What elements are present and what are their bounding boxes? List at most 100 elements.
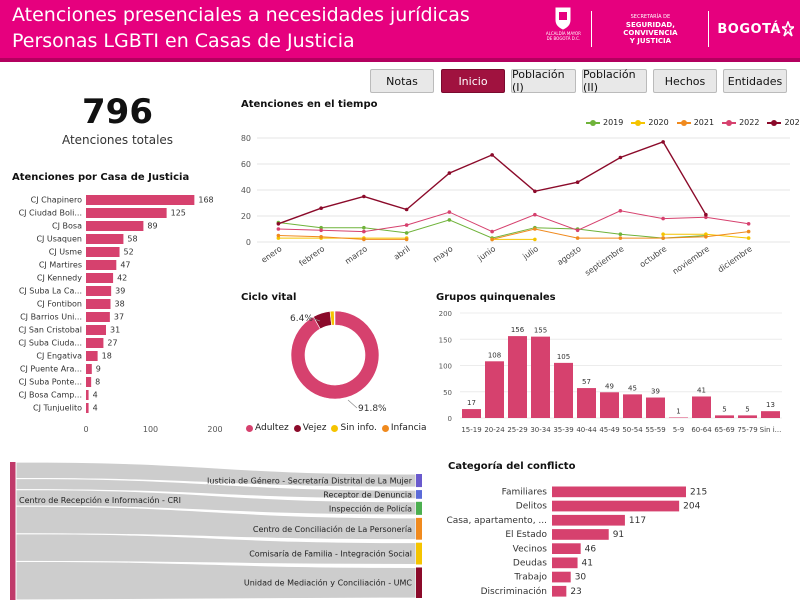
tiempo-legend-item[interactable]: 2020 bbox=[631, 118, 669, 127]
tiempo-data-point[interactable] bbox=[618, 209, 623, 213]
grupos-bar[interactable] bbox=[669, 417, 688, 418]
sankey-target-node[interactable] bbox=[416, 542, 422, 565]
tiempo-data-point[interactable] bbox=[575, 180, 580, 184]
tiempo-data-point[interactable] bbox=[618, 232, 623, 236]
ciclo-legend-item[interactable]: Sin info. bbox=[331, 423, 377, 433]
casas-bar[interactable] bbox=[86, 338, 104, 348]
tiempo-data-point[interactable] bbox=[533, 237, 537, 242]
grupos-bar[interactable] bbox=[761, 411, 780, 418]
tiempo-data-point[interactable] bbox=[575, 228, 580, 233]
grupos-bar[interactable] bbox=[508, 336, 527, 418]
grupos-bar[interactable] bbox=[623, 394, 642, 418]
tiempo-data-point[interactable] bbox=[704, 212, 708, 217]
grupos-bar[interactable] bbox=[715, 415, 734, 418]
tiempo-data-point[interactable] bbox=[533, 212, 537, 217]
sankey-target-node[interactable] bbox=[416, 490, 422, 499]
tiempo-data-point[interactable] bbox=[618, 236, 623, 240]
nav-button-poblacion-ii[interactable]: Población (II) bbox=[582, 68, 647, 94]
casas-bar[interactable] bbox=[86, 377, 92, 387]
ciclo-slice[interactable] bbox=[290, 310, 380, 400]
casas-bar[interactable] bbox=[86, 260, 117, 270]
tiempo-data-point[interactable] bbox=[746, 229, 751, 234]
casas-bar[interactable] bbox=[86, 286, 112, 296]
casas-bar[interactable] bbox=[86, 364, 92, 374]
casas-bar[interactable] bbox=[86, 208, 167, 218]
tiempo-legend-item[interactable]: 2023 bbox=[767, 118, 800, 127]
tiempo-data-point[interactable] bbox=[276, 227, 281, 231]
tiempo-data-point[interactable] bbox=[533, 227, 537, 231]
nav-button-entidades[interactable]: Entidades bbox=[723, 69, 787, 93]
tiempo-data-point[interactable] bbox=[362, 237, 366, 242]
tiempo-data-point[interactable] bbox=[362, 229, 366, 234]
conflicto-bar[interactable] bbox=[552, 500, 680, 512]
casas-bar[interactable] bbox=[86, 325, 106, 335]
grupos-bar[interactable] bbox=[692, 396, 711, 418]
tiempo-data-point[interactable] bbox=[661, 232, 665, 236]
grupos-bar[interactable] bbox=[646, 397, 665, 418]
casas-bar[interactable] bbox=[86, 390, 89, 400]
ciclo-legend-item[interactable]: Vejez bbox=[293, 423, 326, 433]
grupos-bar[interactable] bbox=[554, 362, 573, 418]
sankey-target-node[interactable] bbox=[416, 474, 422, 488]
tiempo-data-point[interactable] bbox=[490, 229, 494, 234]
tiempo-data-point[interactable] bbox=[490, 237, 494, 242]
grupos-bar[interactable] bbox=[738, 415, 757, 418]
conflicto-bar[interactable] bbox=[552, 486, 686, 498]
tiempo-data-point[interactable] bbox=[746, 222, 751, 226]
casas-bar[interactable] bbox=[86, 221, 144, 231]
tiempo-data-point[interactable] bbox=[404, 223, 409, 227]
ciclo-legend-item[interactable]: Adultez bbox=[246, 423, 289, 433]
conflicto-bar[interactable] bbox=[552, 585, 567, 597]
casas-bar[interactable] bbox=[86, 195, 195, 205]
tiempo-data-point[interactable] bbox=[404, 231, 409, 235]
tiempo-legend-item[interactable]: 2022 bbox=[722, 118, 759, 127]
casas-bar[interactable] bbox=[86, 273, 114, 283]
tiempo-series-line[interactable] bbox=[278, 210, 749, 233]
grupos-bar[interactable] bbox=[462, 409, 481, 418]
tiempo-data-point[interactable] bbox=[276, 222, 281, 226]
nav-button-notas[interactable]: Notas bbox=[370, 69, 434, 93]
tiempo-data-point[interactable] bbox=[618, 155, 623, 160]
tiempo-data-point[interactable] bbox=[404, 207, 409, 212]
casas-bar[interactable] bbox=[86, 299, 111, 309]
tiempo-data-point[interactable] bbox=[661, 216, 665, 221]
conflicto-bar[interactable] bbox=[552, 543, 581, 554]
nav-button-hechos[interactable]: Hechos bbox=[653, 69, 717, 93]
sankey-target-node[interactable] bbox=[416, 517, 422, 540]
tiempo-legend-item[interactable]: 2019 bbox=[586, 118, 623, 127]
tiempo-data-point[interactable] bbox=[746, 236, 751, 240]
conflicto-bar[interactable] bbox=[552, 571, 571, 583]
tiempo-data-point[interactable] bbox=[447, 210, 452, 214]
nav-button-inicio[interactable]: Inicio bbox=[441, 69, 505, 93]
tiempo-data-point[interactable] bbox=[490, 153, 494, 157]
sankey-target-node[interactable] bbox=[416, 501, 422, 515]
casas-bar[interactable] bbox=[86, 403, 89, 413]
tiempo-series-line[interactable] bbox=[278, 235, 407, 240]
nav-button-poblacion-i[interactable]: Población (I) bbox=[511, 68, 576, 94]
tiempo-data-point[interactable] bbox=[704, 235, 708, 239]
tiempo-data-point[interactable] bbox=[661, 236, 665, 240]
tiempo-data-point[interactable] bbox=[276, 233, 281, 238]
tiempo-legend-item[interactable]: 2021 bbox=[676, 118, 714, 127]
tiempo-data-point[interactable] bbox=[447, 218, 452, 222]
tiempo-data-point[interactable] bbox=[362, 225, 366, 230]
tiempo-data-point[interactable] bbox=[404, 237, 409, 242]
sankey-source-node[interactable] bbox=[10, 462, 16, 600]
grupos-bar[interactable] bbox=[577, 388, 596, 418]
grupos-bar[interactable] bbox=[485, 361, 504, 418]
tiempo-data-point[interactable] bbox=[319, 206, 323, 210]
ciclo-legend-item[interactable]: Infancia bbox=[381, 423, 427, 433]
grupos-bar[interactable] bbox=[531, 336, 550, 418]
grupos-bar[interactable] bbox=[600, 392, 619, 418]
casas-bar[interactable] bbox=[86, 351, 98, 361]
tiempo-data-point[interactable] bbox=[533, 189, 537, 194]
tiempo-data-point[interactable] bbox=[319, 235, 323, 239]
tiempo-data-point[interactable] bbox=[661, 140, 665, 144]
conflicto-bar[interactable] bbox=[552, 557, 578, 569]
sankey-target-node[interactable] bbox=[416, 567, 422, 598]
casas-bar[interactable] bbox=[86, 247, 120, 257]
tiempo-data-point[interactable] bbox=[319, 228, 323, 233]
conflicto-bar[interactable] bbox=[552, 529, 609, 540]
conflicto-bar[interactable] bbox=[552, 514, 625, 526]
tiempo-data-point[interactable] bbox=[447, 171, 452, 175]
